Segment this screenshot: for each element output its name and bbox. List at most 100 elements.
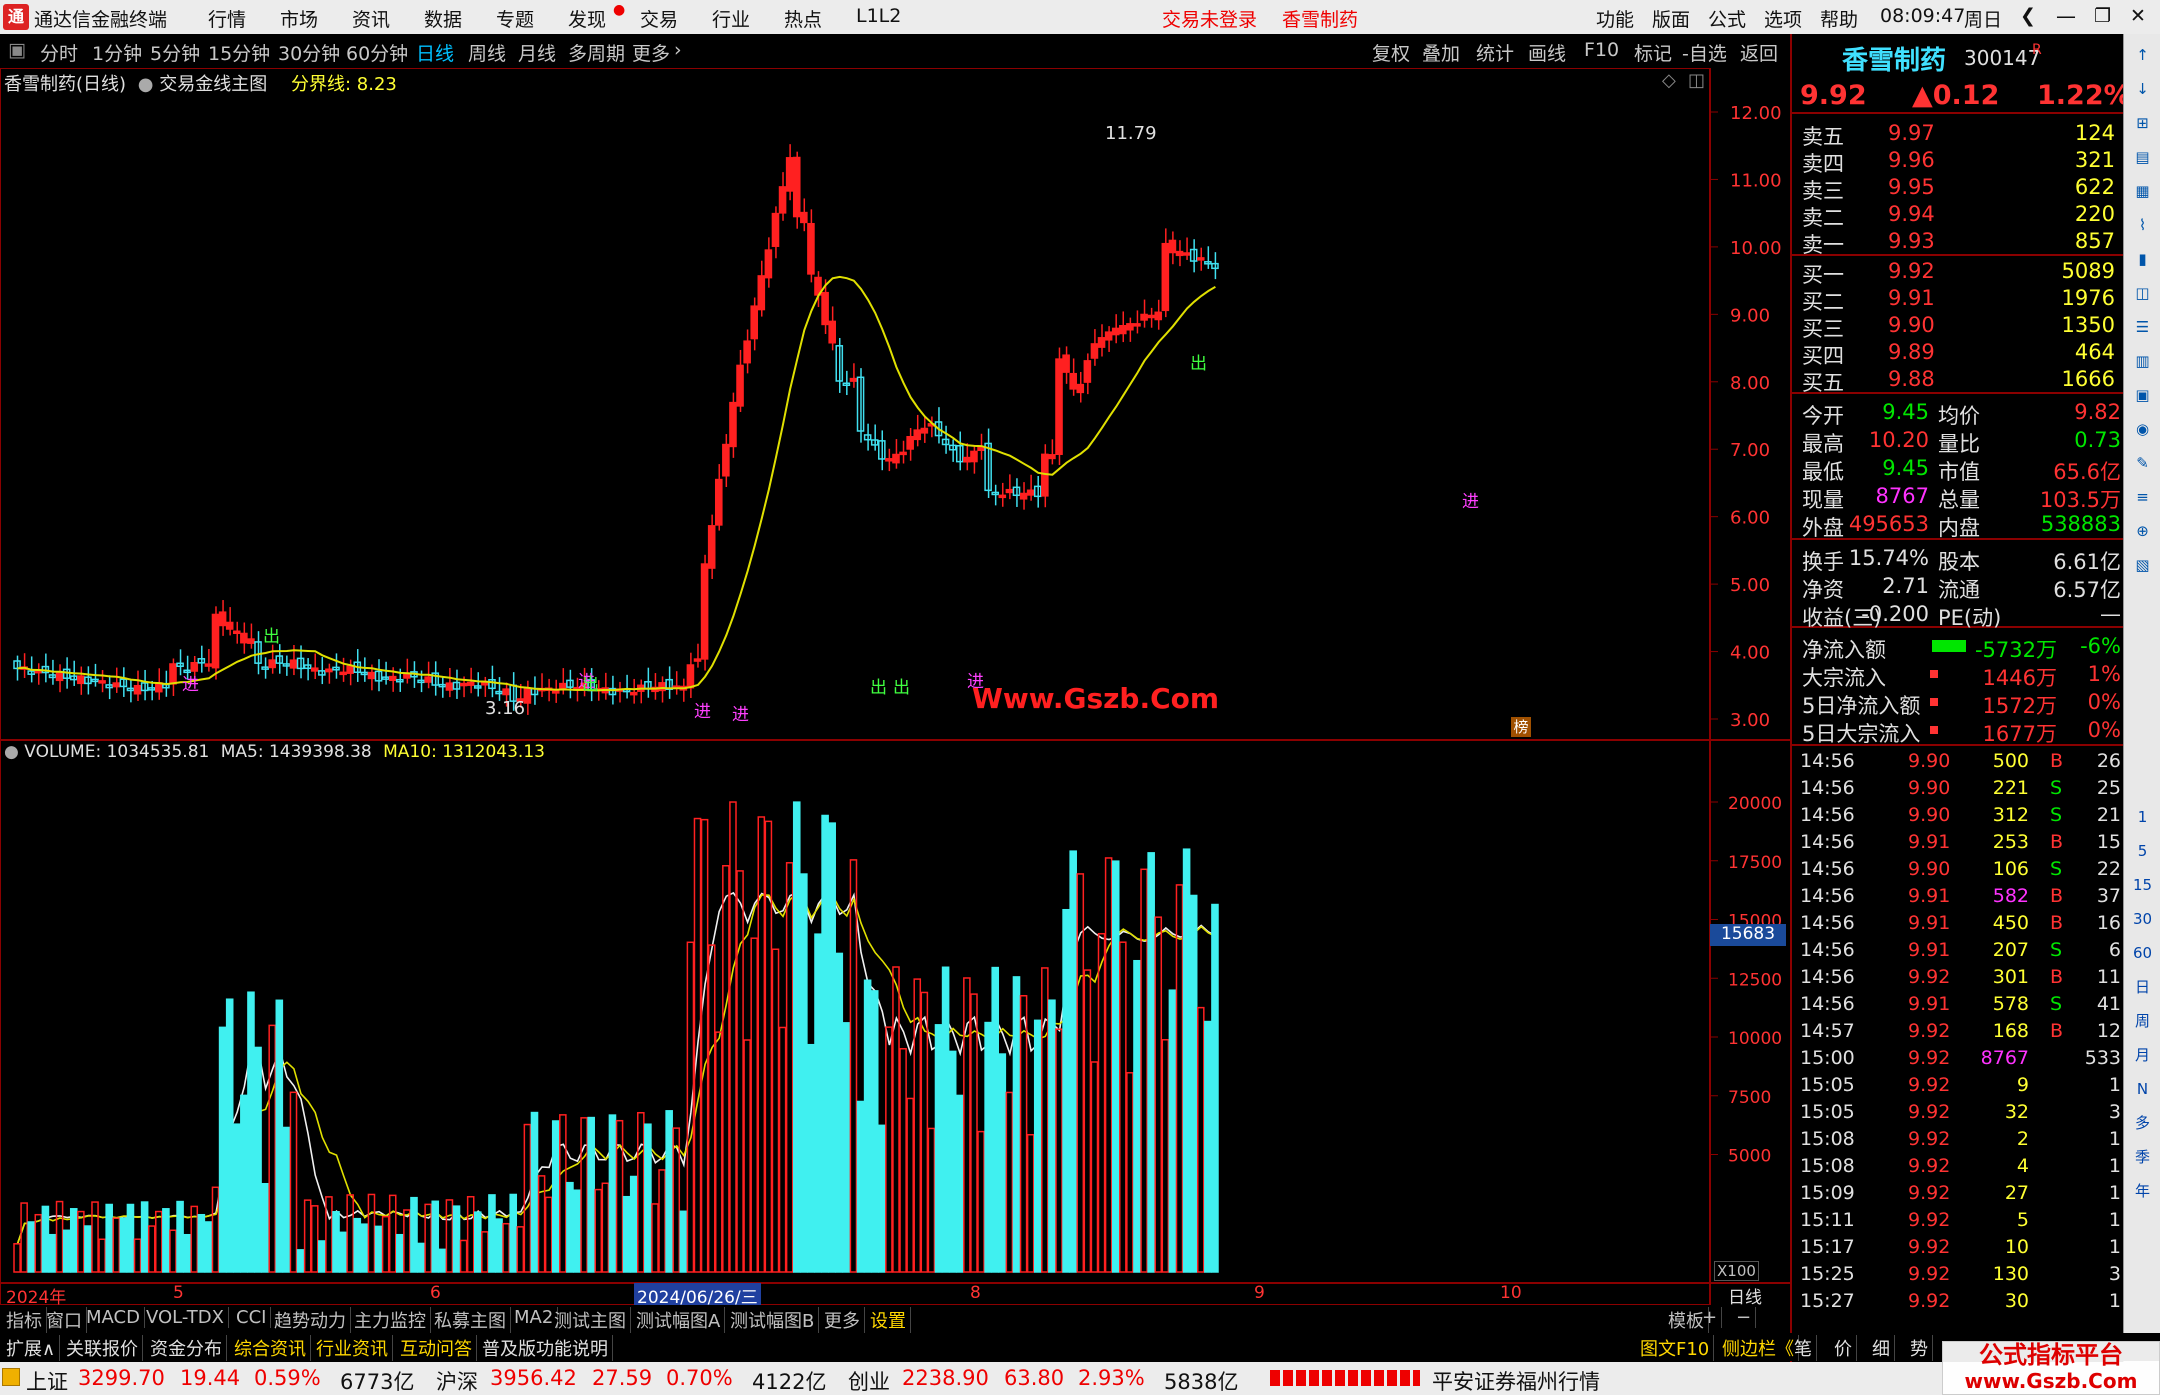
tab-weekly[interactable]: 周线	[468, 39, 506, 66]
indicator-tab[interactable]: 更多	[820, 1307, 865, 1333]
side-tool-icon[interactable]: ↓	[2129, 76, 2156, 103]
indicator-tab[interactable]: 窗口	[42, 1307, 87, 1333]
close-icon[interactable]: ✕	[2130, 5, 2146, 27]
menu-gongneng[interactable]: 功能	[1596, 5, 1634, 32]
side-tool-icon[interactable]: ⊕	[2129, 518, 2156, 545]
side-period-button[interactable]: 季	[2129, 1144, 2156, 1171]
ask-row[interactable]: 卖三 9.95 622	[1792, 175, 2125, 203]
indicator-tab[interactable]: 主力监控	[350, 1307, 431, 1333]
side-tool-icon[interactable]: ▤	[2129, 144, 2156, 171]
indicator-tab[interactable]: 私募主图	[430, 1307, 511, 1333]
indicator-tab[interactable]: 测试幅图A	[632, 1307, 726, 1333]
side-tool-icon[interactable]: ▧	[2129, 552, 2156, 579]
bid-row[interactable]: 买四 9.89 464	[1792, 340, 2125, 368]
menu-banmian[interactable]: 版面	[1652, 5, 1690, 32]
flow-row[interactable]: 5日净流入额 1572万 0%	[1792, 690, 2125, 718]
side-tool-icon[interactable]: ▦	[2129, 178, 2156, 205]
info-tab[interactable]: 综合资讯	[230, 1335, 311, 1361]
side-tool-icon[interactable]: ✎	[2129, 450, 2156, 477]
kline-chart[interactable]: 12.00 11.00 10.00 9.00 8.00 7.00 6.00 5.00 4.00 3…	[0, 68, 1790, 1305]
btn-huaxian[interactable]: 画线	[1528, 39, 1566, 66]
menu-shuju[interactable]: 数据	[424, 5, 462, 32]
indicator-tab[interactable]: 趋势动力	[270, 1307, 351, 1333]
side-info-tab[interactable]: 细	[1868, 1335, 1895, 1361]
side-tool-icon[interactable]: ▥	[2129, 348, 2156, 375]
panel-toggle-icon[interactable]: ▣	[8, 39, 26, 61]
tab-30min[interactable]: 30分钟	[278, 39, 340, 66]
tab-60min[interactable]: 60分钟	[346, 39, 408, 66]
ask-row[interactable]: 卖五 9.97 124	[1792, 121, 2125, 149]
template-button[interactable]: −	[1732, 1307, 1757, 1328]
tick-list[interactable]: 14:56 9.90 500 B 26 14:56 9.90 221 S 25 14:56 9.90 3…	[1792, 750, 2125, 1360]
tab-multi-period[interactable]: 多周期	[568, 39, 625, 66]
menu-shichang[interactable]: 市场	[280, 5, 318, 32]
flow-row[interactable]: 5日大宗流入 1677万 0%	[1792, 718, 2125, 746]
chevron-right-icon[interactable]: ›	[674, 39, 682, 61]
tab-1min[interactable]: 1分钟	[92, 39, 142, 66]
info-tab[interactable]: 普及版功能说明	[478, 1335, 613, 1361]
back-arrow-icon[interactable]: ❮	[2020, 5, 2036, 27]
tab-monthly[interactable]: 月线	[518, 39, 556, 66]
side-period-button[interactable]: 30	[2129, 906, 2156, 933]
indicator-tab[interactable]: 测试主图	[550, 1307, 631, 1333]
template-button[interactable]: +	[1698, 1307, 1723, 1328]
menu-hangqing[interactable]: 行情	[208, 5, 246, 32]
flow-row[interactable]: 净流入额 -5732万 -6%	[1792, 634, 2125, 662]
flow-row[interactable]: 大宗流入 1446万 1%	[1792, 662, 2125, 690]
login-status[interactable]: 交易未登录	[1162, 5, 1257, 32]
minimize-icon[interactable]: —	[2056, 4, 2076, 28]
menu-zixun[interactable]: 资讯	[352, 5, 390, 32]
side-tool-icon[interactable]: ◫	[2129, 280, 2156, 307]
side-tool-icon[interactable]: ≡	[2129, 484, 2156, 511]
indicator-tab[interactable]: 测试幅图B	[726, 1307, 820, 1333]
side-info-tab[interactable]: 图文F10	[1636, 1335, 1715, 1361]
bid-row[interactable]: 买二 9.91 1976	[1792, 286, 2125, 314]
side-tool-icon[interactable]: ◉	[2129, 416, 2156, 443]
side-period-button[interactable]: 周	[2129, 1008, 2156, 1035]
rank-badge[interactable]: 榜	[1511, 717, 1531, 737]
indicator-tab[interactable]: CCI	[232, 1307, 272, 1328]
side-period-button[interactable]: 多	[2129, 1110, 2156, 1137]
side-tool-icon[interactable]: ↑	[2129, 42, 2156, 69]
tab-15min[interactable]: 15分钟	[208, 39, 270, 66]
settings-diamond-icon[interactable]: ◇	[1662, 70, 1676, 91]
bid-row[interactable]: 买三 9.90 1350	[1792, 313, 2125, 341]
volume-toggle-icon[interactable]: ●	[4, 742, 19, 762]
tab-more[interactable]: 更多	[632, 39, 670, 66]
side-tool-icon[interactable]: ▮	[2129, 246, 2156, 273]
btn-zixuan[interactable]: -自选	[1682, 39, 1727, 66]
window-icon[interactable]: ◫	[1688, 70, 1705, 91]
info-tab[interactable]: 互动问答	[396, 1335, 477, 1361]
btn-fuquan[interactable]: 复权	[1372, 39, 1410, 66]
info-tab[interactable]: 扩展∧	[2, 1335, 61, 1361]
market-icon[interactable]	[2, 1368, 20, 1386]
side-period-button[interactable]: 15	[2129, 872, 2156, 899]
side-tool-icon[interactable]: ⊞	[2129, 110, 2156, 137]
sh-label[interactable]: 上证	[26, 1366, 68, 1395]
menu-zhuanti[interactable]: 专题	[496, 5, 534, 32]
side-tool-icon[interactable]: ▣	[2129, 382, 2156, 409]
side-tool-icon[interactable]: ⌇	[2129, 212, 2156, 239]
side-period-button[interactable]: N	[2129, 1076, 2156, 1103]
indicator-tab[interactable]: VOL-TDX	[142, 1307, 229, 1328]
indicator-tab[interactable]: 设置	[866, 1307, 911, 1333]
menu-redian[interactable]: 热点	[784, 5, 822, 32]
bid-row[interactable]: 买一 9.92 5089	[1792, 259, 2125, 287]
btn-tongji[interactable]: 统计	[1476, 39, 1514, 66]
side-info-tab[interactable]: 势	[1906, 1335, 1933, 1361]
btn-biaoji[interactable]: 标记	[1634, 39, 1672, 66]
indicator-toggle-icon[interactable]: ●	[138, 74, 154, 95]
menu-jiaoyi[interactable]: 交易	[640, 5, 678, 32]
menu-bangzhu[interactable]: 帮助	[1820, 5, 1858, 32]
side-period-button[interactable]: 1	[2129, 804, 2156, 831]
tab-fenshi[interactable]: 分时	[40, 39, 78, 66]
info-tab[interactable]: 资金分布	[146, 1335, 227, 1361]
side-info-tab[interactable]: 侧边栏《	[1718, 1335, 1799, 1361]
side-period-button[interactable]: 年	[2129, 1178, 2156, 1205]
tab-daily[interactable]: 日线	[416, 39, 454, 66]
btn-f10[interactable]: F10	[1584, 39, 1619, 61]
side-period-button[interactable]: 60	[2129, 940, 2156, 967]
cy-label[interactable]: 创业	[848, 1366, 890, 1395]
info-tab[interactable]: 关联报价	[62, 1335, 143, 1361]
info-tab[interactable]: 行业资讯	[312, 1335, 393, 1361]
